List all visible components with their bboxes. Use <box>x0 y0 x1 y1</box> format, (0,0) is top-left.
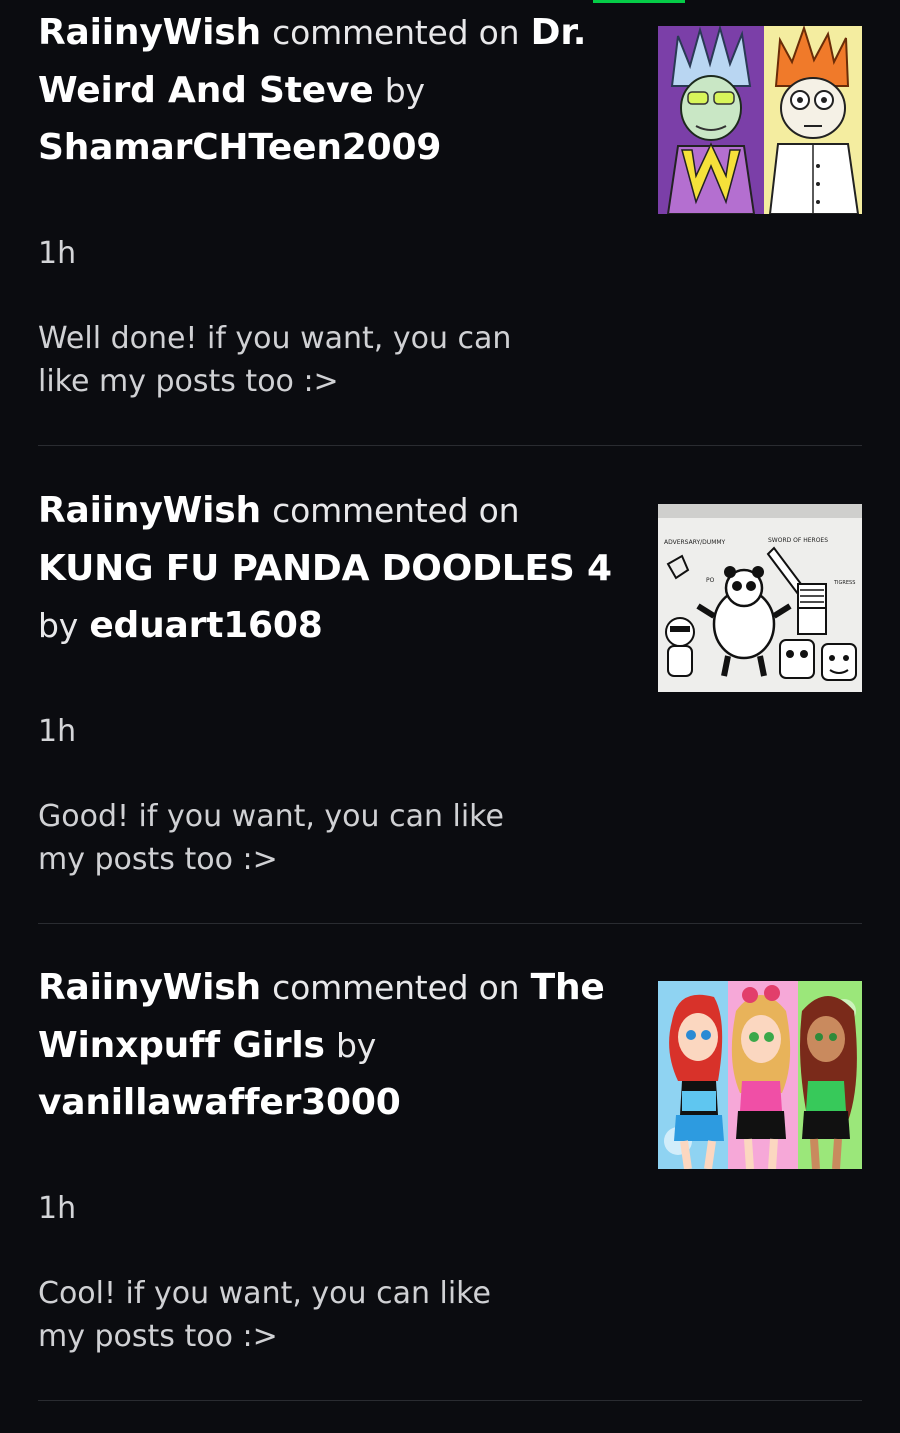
notification-item[interactable]: RaiinyWish commented on Dr. Weird And St… <box>38 0 862 478</box>
timestamp: 1h <box>38 236 77 271</box>
commenter-username[interactable]: RaiinyWish <box>38 967 261 1008</box>
artist-username[interactable]: ShamarCHTeen2009 <box>38 127 441 168</box>
artist-username[interactable]: eduart1608 <box>89 605 322 646</box>
comment-text: Good! if you want, you can like my posts… <box>38 799 504 877</box>
comment-text: Cool! if you want, you can like my posts… <box>38 1276 491 1354</box>
divider <box>38 445 862 446</box>
svg-text:PO: PO <box>706 577 715 584</box>
timestamp: 1h <box>38 1191 77 1226</box>
commenter-username[interactable]: RaiinyWish <box>38 12 261 53</box>
svg-text:SWORD OF HEROES: SWORD OF HEROES <box>768 537 828 544</box>
notification-item[interactable]: RaiinyWish commented on The Winxpuff Gir… <box>38 955 862 1433</box>
winxpuff-girls-artwork <box>658 981 862 1169</box>
notification-headline: RaiinyWish commented on KUNG FU PANDA DO… <box>38 482 628 655</box>
action-text: commented on <box>272 491 520 530</box>
by-text: by <box>336 1025 377 1065</box>
svg-text:TIGRESS: TIGRESS <box>833 580 855 586</box>
divider <box>38 1400 862 1401</box>
dr-weird-and-steve-artwork <box>658 26 862 214</box>
notification-headline: RaiinyWish commented on The Winxpuff Gir… <box>38 959 628 1132</box>
deviation-thumbnail[interactable] <box>658 981 862 1169</box>
comment-text: Well done! if you want, you can like my … <box>38 321 512 399</box>
divider <box>38 923 862 924</box>
deviation-thumbnail[interactable] <box>658 26 862 214</box>
action-text: commented on <box>272 968 520 1007</box>
svg-text:ADVERSARY/DUMMY: ADVERSARY/DUMMY <box>664 539 726 546</box>
commenter-username[interactable]: RaiinyWish <box>38 490 261 531</box>
artist-username[interactable]: vanillawaffer3000 <box>38 1082 401 1123</box>
by-text: by <box>384 70 425 110</box>
notification-item[interactable]: RaiinyWish commented on KUNG FU PANDA DO… <box>38 478 862 956</box>
by-text: by <box>38 606 79 645</box>
deviation-title-link[interactable]: KUNG FU PANDA DOODLES 4 <box>38 548 612 589</box>
timestamp: 1h <box>38 714 77 749</box>
action-text: commented on <box>272 13 520 52</box>
kung-fu-panda-doodles-artwork: ADVERSARY/DUMMY SWORD OF HEROES PO TIGRE… <box>658 504 862 692</box>
deviation-thumbnail[interactable]: ADVERSARY/DUMMY SWORD OF HEROES PO TIGRE… <box>658 504 862 692</box>
notification-headline: RaiinyWish commented on Dr. Weird And St… <box>38 4 628 177</box>
